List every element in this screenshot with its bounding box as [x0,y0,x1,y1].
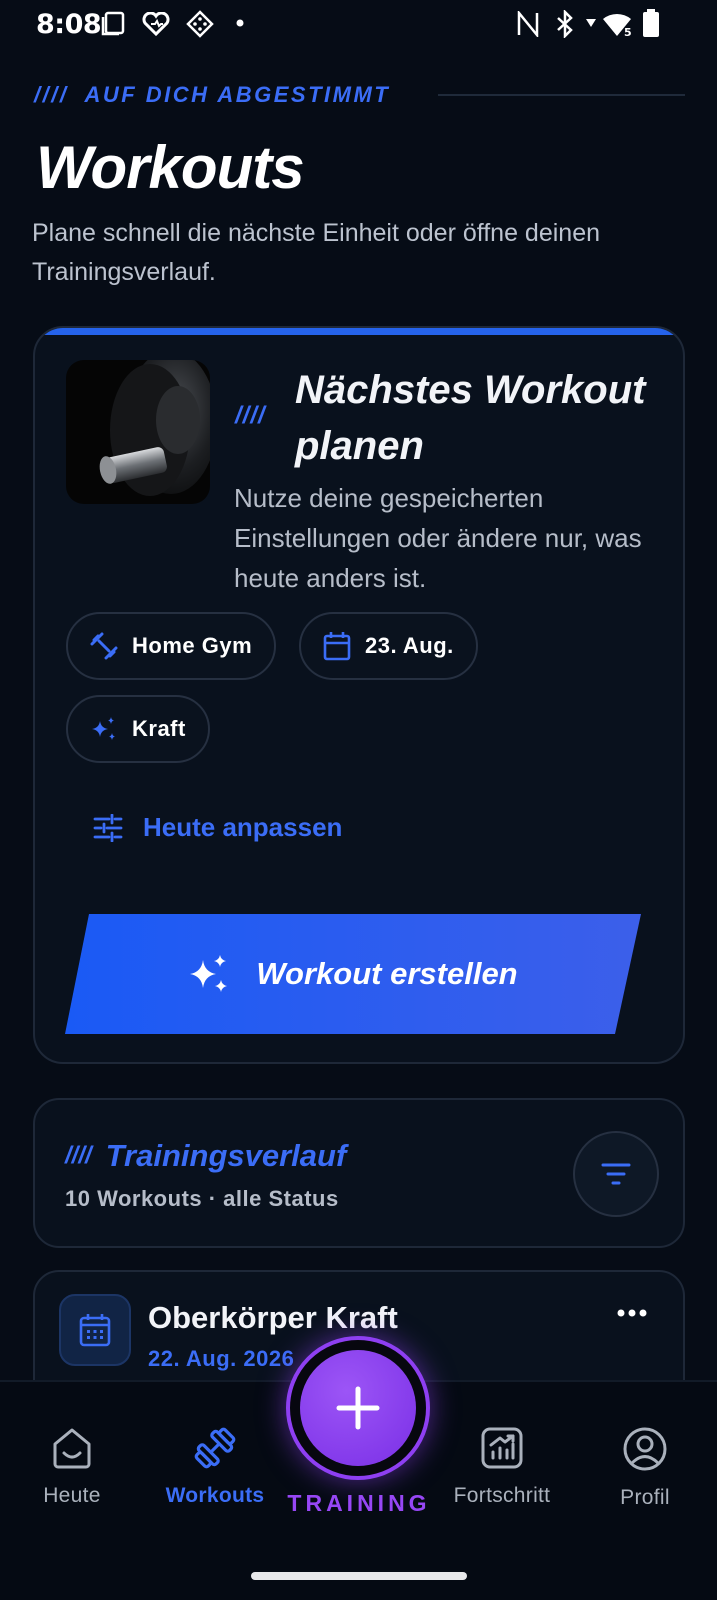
plan-workout-card: //// Nächstes Workout planen Nutze deine… [33,326,685,1064]
svg-text:5: 5 [624,26,632,38]
kicker-divider [438,94,685,96]
nav-item-workouts[interactable]: Workouts [145,1426,285,1508]
page-title: Workouts [36,134,305,201]
sparkles-icon [190,955,228,992]
nav-item-fortschritt[interactable]: Fortschritt [432,1426,572,1508]
kicker-slashes: //// [34,82,69,107]
chip-location[interactable]: Home Gym [66,612,277,680]
history-title-text: Trainingsverlauf [105,1138,347,1173]
create-workout-label: Workout erstellen [256,956,518,991]
signal-arrow-icon [586,19,596,27]
card-accent-bar [35,328,683,335]
adjust-today-label: Heute anpassen [143,812,343,842]
calendar-icon [79,1314,111,1347]
profile-icon [623,1427,667,1471]
notification-icon [101,11,125,36]
battery-icon [643,9,659,37]
nfc-icon [517,11,539,37]
dumbbell-icon [90,632,118,660]
chart-icon [481,1427,523,1469]
nav-label-profil: Profil [620,1486,670,1509]
wifi-icon: 5 [603,13,632,38]
chip-type[interactable]: Kraft [66,695,210,763]
sparkles-icon [92,717,115,740]
dumbbell-icon [194,1427,236,1469]
training-fab[interactable] [286,1336,430,1480]
filter-icon [601,1163,631,1185]
chip-date[interactable]: 23. Aug. [299,612,478,680]
nav-label-fortschritt: Fortschritt [453,1484,551,1507]
sliders-icon [93,813,123,842]
history-card[interactable]: //// Trainingsverlauf 10 Workouts · alle… [33,1098,685,1248]
training-fab-label: TRAINING [287,1490,431,1516]
workout-date: 22. Aug. 2026 [148,1346,295,1371]
filter-button[interactable] [573,1131,659,1217]
chip-date-label: 23. Aug. [365,633,454,658]
history-title: //// Trainingsverlauf [65,1138,346,1174]
chip-location-label: Home Gym [132,633,253,658]
create-workout-button[interactable]: Workout erstellen [65,914,641,1034]
status-time: 8:08 [36,9,102,40]
nav-label-workouts: Workouts [165,1484,265,1507]
heart-app-icon [142,12,170,36]
history-slashes: //// [65,1142,92,1169]
dot-icon [236,19,244,27]
more-options-icon[interactable] [617,1308,647,1318]
adjust-today-button[interactable]: Heute anpassen [93,812,342,843]
workout-title: Oberkörper Kraft [148,1300,398,1335]
card-description: Nutze deine gespeicherten Einstellungen … [234,483,642,593]
chip-type-label: Kraft [132,716,186,741]
kicker: //// AUF DICH ABGESTIMMT [34,82,390,108]
status-bar: 8:08 5 [0,0,717,48]
home-indicator[interactable] [251,1572,467,1580]
calendar-icon [323,632,351,661]
card-slashes: //// [235,402,266,429]
plus-icon [336,1386,380,1430]
bluetooth-icon [557,10,573,38]
history-meta: 10 Workouts · alle Status [65,1186,339,1211]
workout-calendar-badge [59,1294,131,1366]
app-icon [186,10,214,38]
card-title: Nächstes Workout planen [295,368,646,468]
home-icon [53,1428,91,1469]
nav-item-profil[interactable]: Profil [575,1426,715,1510]
nav-item-heute[interactable]: Heute [2,1426,142,1508]
kicker-text: AUF DICH ABGESTIMMT [84,82,391,107]
nav-label-heute: Heute [43,1484,101,1507]
barbell-image [66,360,210,504]
page-subtitle: Plane schnell die nächste Einheit oder ö… [32,219,601,286]
